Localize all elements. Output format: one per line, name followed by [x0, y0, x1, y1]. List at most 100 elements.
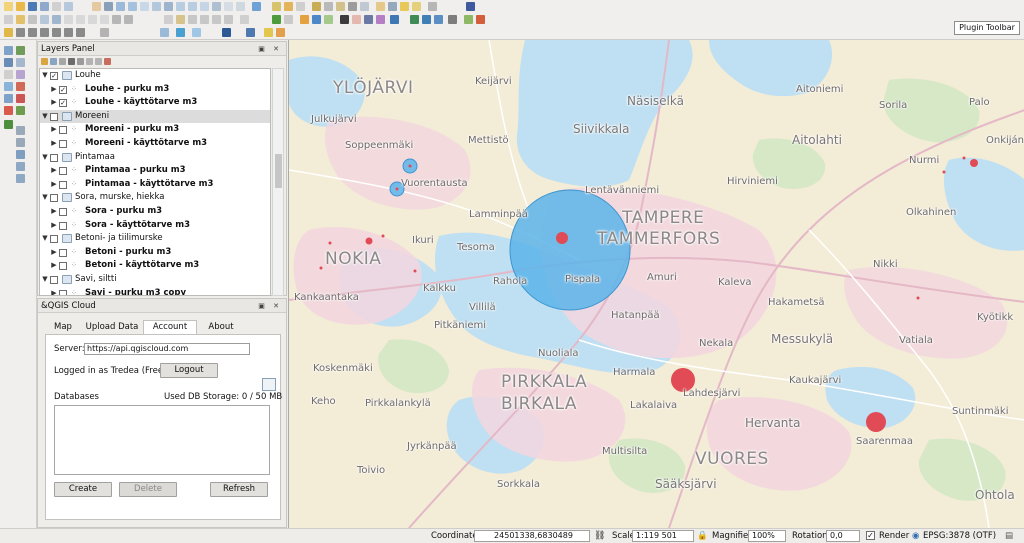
- lock-extent-icon[interactable]: ⛓: [594, 531, 605, 541]
- upload-icon[interactable]: [176, 28, 185, 37]
- show-hide-labels-icon[interactable]: [188, 15, 197, 24]
- layer-checkbox[interactable]: [59, 248, 67, 257]
- zoom-out-icon[interactable]: [128, 2, 137, 11]
- layer-checkbox[interactable]: [59, 208, 67, 216]
- layer-group-betoni[interactable]: ▼ Betoni- ja tiilimurske: [40, 232, 270, 246]
- diamond-icon[interactable]: [448, 15, 457, 24]
- magnifier-field[interactable]: 100%: [748, 530, 786, 542]
- layer-item[interactable]: ▶ ✓ ⁘ Louhe - purku m3: [40, 83, 270, 97]
- layer-checkbox[interactable]: [50, 235, 58, 244]
- layer-checkbox[interactable]: ✓: [50, 72, 58, 80]
- add-oracle-icon[interactable]: [16, 70, 25, 79]
- layer-item[interactable]: ▶ ⁘ Betoni - käyttötarve m3: [40, 259, 270, 273]
- rotate-icon[interactable]: [390, 15, 399, 24]
- deselect-icon[interactable]: [312, 2, 321, 11]
- map-swipe-icon[interactable]: [476, 15, 485, 24]
- circle-tool-icon[interactable]: [16, 28, 25, 37]
- add-vector-layer-icon[interactable]: [4, 46, 13, 55]
- open-layer-styling-icon[interactable]: [41, 58, 48, 65]
- crs-label[interactable]: EPSG:3878 (OTF): [923, 531, 996, 541]
- ellipse-tool-icon[interactable]: [28, 28, 37, 37]
- expand-all-icon[interactable]: [86, 58, 93, 65]
- layer-checkbox[interactable]: [50, 112, 58, 121]
- layer-checkbox[interactable]: [59, 167, 67, 176]
- add-virtual-layer-icon[interactable]: [4, 106, 13, 115]
- expanded-arrow-icon[interactable]: ▼: [41, 273, 49, 286]
- layer-tool-icon[interactable]: [284, 15, 293, 24]
- current-edits-icon[interactable]: [4, 15, 13, 24]
- layer-item[interactable]: ▶ ⁘ Sora - käyttötarve m3: [40, 219, 270, 233]
- collapsed-arrow-icon[interactable]: ▶: [50, 123, 58, 136]
- layer-item[interactable]: ▶ ⁘ Pintamaa - käyttötarve m3: [40, 178, 270, 192]
- collapsed-arrow-icon[interactable]: ▶: [50, 83, 58, 96]
- map-tips-icon[interactable]: [388, 2, 397, 11]
- add-layer-icon[interactable]: [160, 28, 169, 37]
- remove-layer-icon[interactable]: [104, 58, 111, 65]
- pin-label-icon[interactable]: [176, 15, 185, 24]
- rotate-label-icon[interactable]: [212, 15, 221, 24]
- add-mssql-icon[interactable]: [4, 70, 13, 79]
- manage-visibility-icon[interactable]: [59, 58, 66, 65]
- render-checkbox[interactable]: ✓: [866, 531, 875, 540]
- new-map-view-icon[interactable]: [200, 2, 209, 11]
- layer-checkbox[interactable]: ✓: [59, 99, 67, 108]
- tab-about[interactable]: About: [199, 320, 243, 334]
- mountain-icon[interactable]: [422, 15, 431, 24]
- identify-icon[interactable]: [272, 2, 281, 11]
- layer-checkbox[interactable]: [59, 140, 67, 148]
- collapsed-arrow-icon[interactable]: ▶: [50, 205, 58, 218]
- arc-tool-icon[interactable]: [76, 28, 85, 37]
- annotation-icon[interactable]: [400, 2, 409, 11]
- vertex-tool-icon[interactable]: [52, 15, 61, 24]
- messages-icon[interactable]: ▤: [1005, 531, 1013, 541]
- tab-upload-data[interactable]: Upload Data: [81, 320, 143, 334]
- layer-checkbox[interactable]: [50, 194, 58, 203]
- new-print-layout-icon[interactable]: [52, 2, 61, 11]
- database-list[interactable]: [54, 405, 270, 475]
- collapsed-arrow-icon[interactable]: ▶: [50, 287, 58, 295]
- layer-checkbox[interactable]: [50, 276, 58, 284]
- layer-group-pintamaa[interactable]: ▼ Pintamaa: [40, 151, 270, 165]
- collapsed-arrow-icon[interactable]: ▶: [50, 219, 58, 232]
- expanded-arrow-icon[interactable]: ▼: [41, 69, 49, 82]
- add-wcs-icon[interactable]: [16, 82, 25, 91]
- add-point-icon[interactable]: [40, 15, 49, 24]
- layer-item[interactable]: ▶ ⁘ Betoni - purku m3: [40, 246, 270, 260]
- snapping-icon[interactable]: [100, 28, 109, 37]
- layer-checkbox[interactable]: ✓: [59, 85, 67, 94]
- redo-icon[interactable]: [124, 15, 133, 24]
- zoom-selection-icon[interactable]: [164, 2, 173, 11]
- add-group-icon[interactable]: [50, 58, 57, 65]
- add-delimited-icon[interactable]: [16, 94, 25, 103]
- network-icon[interactable]: [434, 15, 443, 24]
- layer-item[interactable]: ▶ ✓ ⁘ Louhe - käyttötarve m3: [40, 96, 270, 110]
- create-button[interactable]: Create: [54, 482, 112, 497]
- layer-checkbox[interactable]: [50, 153, 58, 162]
- layer-item[interactable]: ▶ ⁘ Savi - purku m3 copy: [40, 287, 270, 295]
- zoom-last-icon[interactable]: [176, 2, 185, 11]
- save-as-icon[interactable]: [40, 2, 49, 11]
- change-label-icon[interactable]: [224, 15, 233, 24]
- logout-button[interactable]: Logout: [160, 363, 218, 378]
- select-by-value-icon[interactable]: [296, 2, 305, 11]
- layer-checkbox[interactable]: [59, 180, 67, 189]
- crs-globe-icon[interactable]: ◉: [912, 531, 919, 541]
- new-gpx-icon[interactable]: [16, 174, 25, 183]
- text-annotation-icon[interactable]: [412, 2, 421, 11]
- diagram-icon[interactable]: [240, 15, 249, 24]
- add-spatialite-icon[interactable]: [16, 58, 25, 67]
- layer-group-savi[interactable]: ▼ Savi, siltti: [40, 273, 270, 287]
- expanded-arrow-icon[interactable]: ▼: [41, 110, 49, 123]
- collapsed-arrow-icon[interactable]: ▶: [50, 178, 58, 191]
- move-label-icon[interactable]: [200, 15, 209, 24]
- undo-icon[interactable]: [112, 15, 121, 24]
- label-tool-icon[interactable]: [428, 2, 437, 11]
- layer-group-moreeni[interactable]: ▼ Moreeni: [40, 109, 270, 124]
- tab-map[interactable]: Map: [47, 320, 79, 334]
- database-connect-icon[interactable]: [262, 378, 276, 391]
- expanded-arrow-icon[interactable]: ▼: [41, 191, 49, 204]
- layout-manager-icon[interactable]: [64, 2, 73, 11]
- coordinate-field[interactable]: 24501338,6830489: [474, 530, 590, 542]
- raster-icon[interactable]: [324, 15, 333, 24]
- collapse-all-icon[interactable]: [95, 58, 102, 65]
